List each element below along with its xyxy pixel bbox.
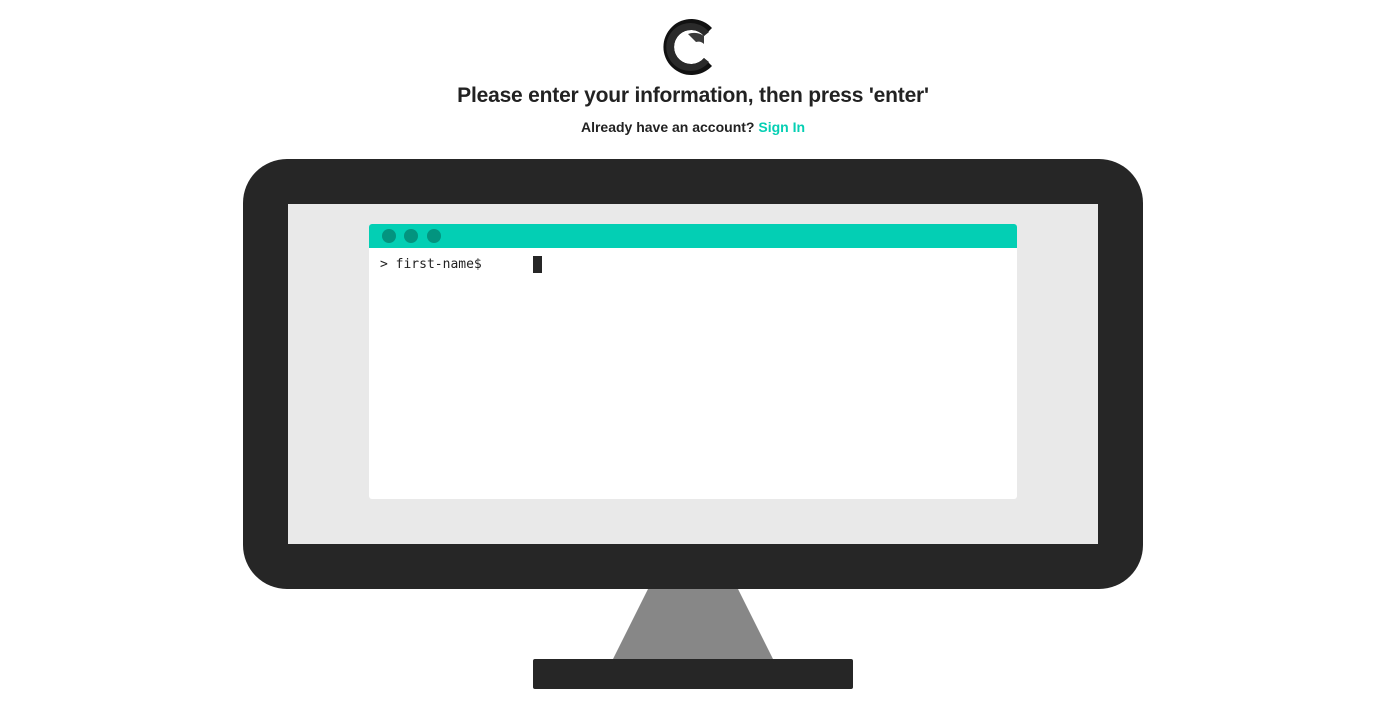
- account-prompt: Already have an account? Sign In: [0, 119, 1386, 135]
- terminal-prompt: > first-name$: [380, 256, 482, 274]
- page-title: Please enter your information, then pres…: [457, 84, 929, 107]
- monitor-stand-base: [533, 659, 853, 689]
- window-dot-icon: [427, 229, 441, 243]
- c-logo-icon: [663, 19, 722, 75]
- terminal-window: > first-name$: [369, 224, 1017, 499]
- prompt-symbol: >: [380, 257, 388, 272]
- first-name-input[interactable]: [529, 255, 929, 275]
- window-dot-icon: [404, 229, 418, 243]
- monitor-stand-neck: [613, 589, 773, 659]
- prompt-label: first-name$: [395, 257, 482, 272]
- sign-in-link[interactable]: Sign In: [758, 119, 805, 135]
- window-dot-icon: [382, 229, 396, 243]
- terminal-titlebar: [369, 224, 1017, 248]
- account-prompt-text: Already have an account?: [580, 119, 755, 135]
